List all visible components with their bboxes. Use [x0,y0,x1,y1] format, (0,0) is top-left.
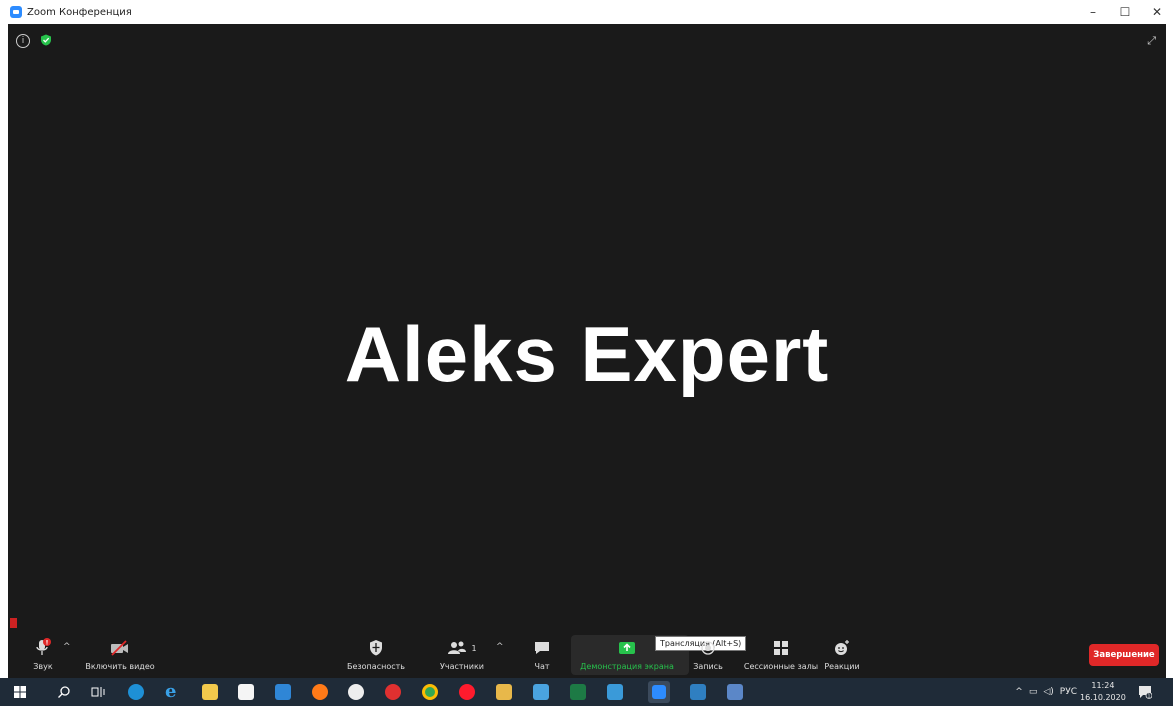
volume-icon[interactable]: ◁) [1043,687,1053,697]
meeting-stage: i ⤢ Aleks Expert [8,24,1166,678]
encryption-shield-icon[interactable] [40,34,52,46]
taskbar-clock[interactable]: 11:24 16.10.2020 [1080,680,1126,704]
notes-icon[interactable] [727,684,743,700]
security-shield-icon [370,640,382,656]
breakout-rooms-button[interactable]: Сессионные залы [741,632,821,678]
window-title: Zoom Конференция [27,6,132,18]
fullscreen-icon[interactable]: ⤢ [1147,34,1156,48]
edge-icon[interactable] [128,684,144,700]
record-icon [701,641,715,655]
network-icon[interactable]: ▭ [1029,687,1038,697]
end-meeting-button[interactable]: Завершение [1089,644,1159,666]
zoom-icon [652,685,666,699]
security-label: Безопасность [347,662,405,671]
meeting-info-icon[interactable]: i [16,34,30,48]
tray-expand-icon[interactable]: ^ [1015,687,1023,697]
yandex-icon[interactable] [385,684,401,700]
maximize-button[interactable]: ☐ [1109,0,1141,24]
yandex-browser-icon[interactable] [348,684,364,700]
chat-label: Чат [534,662,550,671]
zoom-logo-icon [10,6,22,18]
chat-icon [535,642,549,654]
windows-taskbar: e ^ ▭ ◁) РУС 11:24 16.10.2020 1 [0,678,1173,706]
audio-label: Звук [33,662,53,671]
video-off-icon [111,640,128,656]
meeting-toolbar: ! Звук ^ Включить видео Безопасность 1 У… [8,632,1166,678]
store-icon[interactable] [238,684,254,700]
chrome-icon[interactable] [422,684,438,700]
audio-button[interactable]: ! Звук [28,632,58,678]
security-button[interactable]: Безопасность [346,632,406,678]
mail-icon[interactable] [275,684,291,700]
reactions-label: Реакции [824,662,860,671]
mic-muted-indicator-icon [10,618,17,628]
app-icon[interactable] [533,684,549,700]
clock-time: 11:24 [1091,681,1115,690]
notification-count: 1 [1147,694,1150,700]
video-label: Включить видео [85,662,155,671]
file-explorer-icon[interactable] [202,684,218,700]
clock-date: 16.10.2020 [1080,693,1126,702]
record-button[interactable]: Запись [688,632,728,678]
database-icon[interactable] [607,684,623,700]
minimize-button[interactable]: – [1077,0,1109,24]
task-view-icon[interactable] [91,685,105,699]
record-label: Запись [693,662,723,671]
window-controls: – ☐ ✕ [1077,0,1173,24]
breakout-rooms-icon [774,641,788,655]
notification-center-icon[interactable]: 1 [1138,685,1152,699]
participants-icon [448,641,467,654]
breakout-rooms-label: Сессионные залы [743,662,819,671]
search-icon[interactable] [57,685,71,699]
opera-icon[interactable] [459,684,475,700]
share-screen-icon [619,642,635,654]
ie-icon[interactable]: e [165,681,181,702]
audio-options-caret-icon[interactable]: ^ [63,642,71,652]
window-titlebar: Zoom Конференция – ☐ ✕ [0,0,1173,24]
share-screen-label: Демонстрация экрана [580,662,674,671]
participants-options-caret-icon[interactable]: ^ [496,642,504,652]
zoom-taskbar-button[interactable] [648,681,670,703]
firefox-icon[interactable] [312,684,328,700]
microphone-icon: ! [36,638,51,655]
folder-icon[interactable] [496,684,512,700]
system-tray: ^ ▭ ◁) РУС [1015,678,1077,706]
language-indicator[interactable]: РУС [1060,687,1077,697]
participants-count: 1 [471,643,477,653]
start-video-button[interactable]: Включить видео [80,632,160,678]
participants-button[interactable]: 1 Участники [436,632,488,678]
reactions-icon [835,640,849,655]
participants-label: Участники [439,662,485,671]
media-icon[interactable] [690,684,706,700]
close-button[interactable]: ✕ [1141,0,1173,24]
windows-start-icon[interactable] [14,686,26,698]
svg-text:!: ! [46,640,49,647]
reactions-button[interactable]: Реакции [819,632,865,678]
participant-name: Aleks Expert [344,310,830,398]
excel-icon[interactable] [570,684,586,700]
chat-button[interactable]: Чат [527,632,557,678]
